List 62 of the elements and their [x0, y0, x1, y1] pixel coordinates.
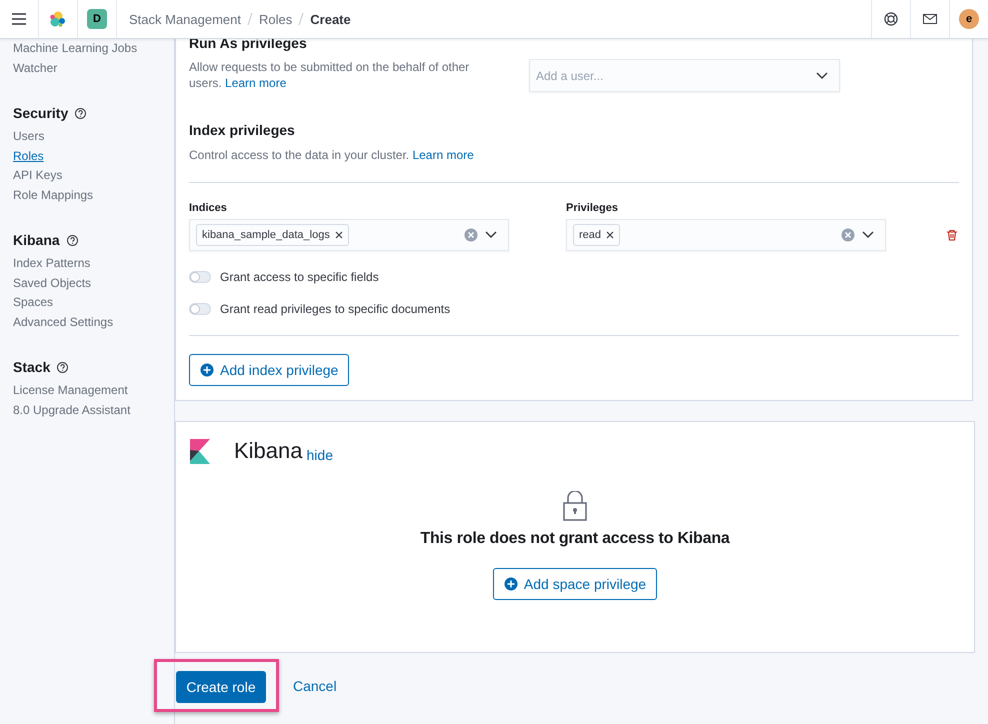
add-space-privilege-button[interactable]: Add space privilege: [492, 568, 658, 600]
menu-icon[interactable]: [12, 13, 26, 25]
separator-icon: [298, 13, 304, 25]
nav-link[interactable]: 8.0 Upgrade Assistant: [13, 400, 174, 420]
toggle-label: Grant access to specific fields: [220, 270, 379, 284]
help-icon[interactable]: [57, 362, 68, 372]
user-select[interactable]: Add a user...: [529, 59, 840, 92]
nav-link[interactable]: Watcher: [13, 58, 174, 78]
create-role-button[interactable]: Create role: [176, 671, 266, 703]
help-icon[interactable]: [884, 12, 898, 26]
nav-link[interactable]: Advanced Settings: [13, 312, 174, 332]
clear-icon[interactable]: [464, 228, 478, 242]
add-index-privilege-button[interactable]: Add index privilege: [189, 354, 350, 386]
toggle-switch[interactable]: [189, 271, 211, 283]
nav-link[interactable]: Machine Learning Jobs: [13, 39, 174, 58]
section-title: Security: [13, 105, 68, 121]
logo-icon[interactable]: [50, 11, 66, 27]
section-title: Stack: [13, 359, 50, 375]
learn-more-link[interactable]: Learn more: [225, 76, 286, 90]
toggle-label: Grant read privileges to specific documents: [220, 302, 450, 316]
section-title: Run As privileges: [189, 35, 308, 51]
plus-icon: [504, 577, 518, 591]
remove-icon[interactable]: [606, 231, 614, 239]
panel-title: Kibana: [234, 438, 303, 464]
kibana-logo-icon: [190, 439, 210, 464]
field-label: Indices: [189, 202, 228, 214]
delete-icon[interactable]: [946, 229, 958, 241]
breadcrumb[interactable]: Roles: [259, 12, 292, 26]
space-badge[interactable]: D: [87, 9, 107, 29]
nav-link[interactable]: API Keys: [13, 166, 174, 186]
nav-link[interactable]: Users: [13, 127, 174, 146]
help-icon[interactable]: [66, 234, 78, 246]
nav-link[interactable]: Index Patterns: [13, 254, 174, 274]
breadcrumb[interactable]: Stack Management: [129, 12, 242, 26]
section-title: Kibana: [13, 232, 60, 248]
breadcrumb: Create: [310, 12, 351, 26]
nav-link[interactable]: Spaces: [13, 293, 174, 312]
nav-link[interactable]: Roles: [13, 146, 174, 166]
toggle-switch[interactable]: [189, 303, 211, 315]
tag: kibana_sample_data_logs: [196, 224, 349, 246]
help-icon[interactable]: [75, 108, 86, 118]
description: Allow requests to be submitted on the behalf of other users. Learn more: [189, 59, 470, 91]
hide-link[interactable]: hide: [306, 447, 333, 464]
section-title: Index privileges: [189, 122, 296, 138]
indices-field[interactable]: kibana_sample_data_logs: [189, 219, 509, 251]
field-label: Privileges: [566, 202, 619, 214]
description: Control access to the data in your cluster. Learn more: [189, 147, 475, 163]
separator-icon: [247, 13, 254, 25]
empty-message: This role does not grant access to Kibana: [420, 530, 730, 548]
cancel-link[interactable]: Cancel: [293, 678, 337, 694]
remove-icon[interactable]: [334, 231, 343, 239]
nav-link[interactable]: Saved Objects: [13, 274, 174, 293]
plus-icon: [200, 363, 214, 377]
nav-link[interactable]: Role Mappings: [13, 186, 174, 205]
lock-icon: [563, 491, 587, 521]
nav-link[interactable]: License Management: [13, 381, 174, 400]
mail-icon[interactable]: [923, 14, 937, 24]
privileges-field[interactable]: read: [566, 219, 886, 251]
learn-more-link[interactable]: Learn more: [412, 148, 474, 162]
user-avatar[interactable]: e: [959, 9, 979, 29]
tag: read: [573, 224, 620, 246]
clear-icon[interactable]: [841, 228, 855, 242]
